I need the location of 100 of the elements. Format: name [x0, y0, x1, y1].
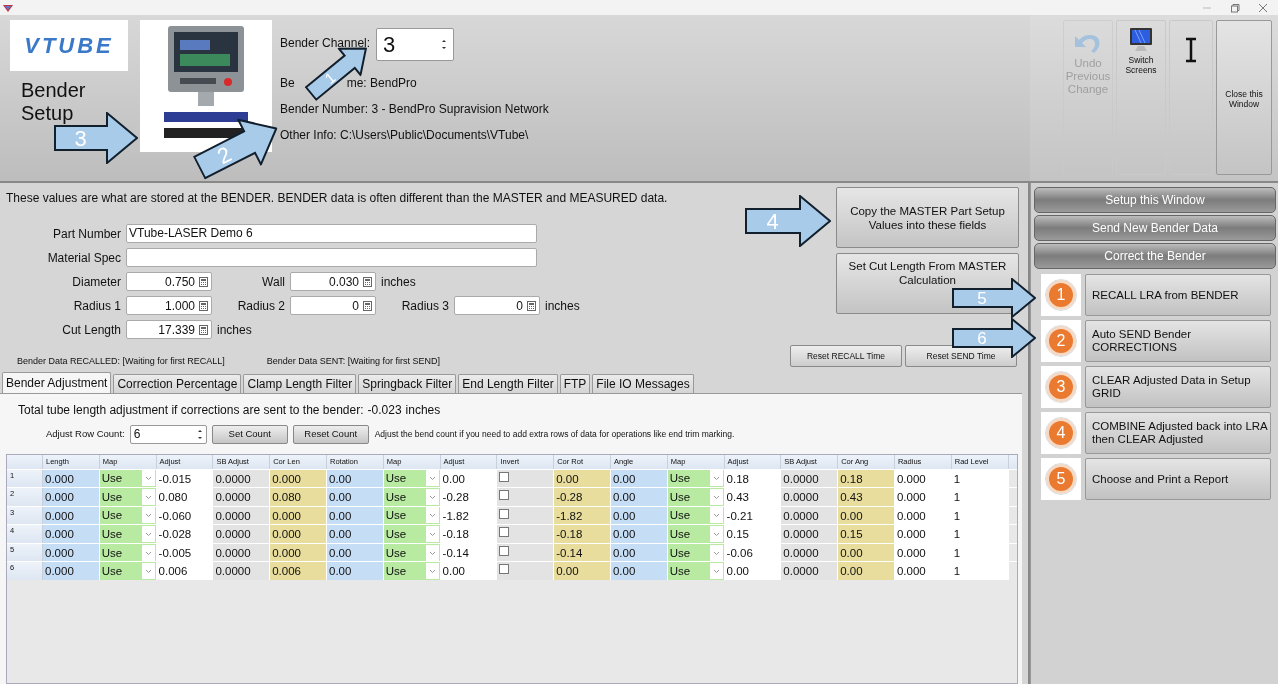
- channel-spinner[interactable]: 3: [376, 28, 455, 61]
- dropdown-field[interactable]: Use: [383, 543, 441, 562]
- tab[interactable]: End Length Filter: [458, 373, 558, 393]
- number-field[interactable]: 0.750: [126, 272, 212, 291]
- number-field[interactable]: 17.339: [126, 320, 212, 339]
- calculator-icon[interactable]: [363, 300, 372, 311]
- table-cell: 0.00: [610, 525, 668, 543]
- tab[interactable]: Bender Adjustment: [2, 371, 112, 393]
- checkbox[interactable]: [499, 471, 510, 482]
- chevron-down-icon[interactable]: [709, 563, 723, 580]
- calculator-icon[interactable]: [199, 324, 208, 335]
- chevron-down-icon[interactable]: [141, 488, 155, 505]
- table-cell: -0.060: [156, 506, 214, 525]
- text-field[interactable]: [126, 248, 537, 267]
- dropdown-field[interactable]: Use: [99, 562, 157, 581]
- action-button[interactable]: Copy the MASTER Part Setup Values into these fields: [836, 187, 1019, 248]
- table-cell: 1: [951, 543, 1009, 562]
- dropdown-field[interactable]: Use: [383, 506, 441, 525]
- table-cell: 0.000: [894, 488, 952, 506]
- checkbox[interactable]: [499, 545, 510, 556]
- chevron-down-icon[interactable]: [141, 507, 155, 524]
- dropdown-field[interactable]: Use: [667, 488, 725, 506]
- calculator-icon[interactable]: [527, 300, 536, 311]
- dropdown-field[interactable]: Use: [99, 506, 157, 525]
- toolbar-button[interactable]: Switch Screens: [1116, 20, 1166, 175]
- checkbox[interactable]: [499, 508, 510, 519]
- dropdown-field[interactable]: Use: [667, 506, 725, 525]
- chevron-down-icon[interactable]: [425, 526, 439, 543]
- table-cell: 0.00: [838, 506, 895, 525]
- checkbox[interactable]: [499, 564, 510, 575]
- checkbox[interactable]: [499, 490, 510, 501]
- chevron-down-icon[interactable]: [425, 488, 439, 505]
- close-icon[interactable]: [1258, 2, 1268, 13]
- restore-icon[interactable]: [1230, 2, 1240, 13]
- step-button[interactable]: COMBINE Adjusted back into LRA then CLEAR Adjusted: [1085, 412, 1271, 454]
- step-button[interactable]: RECALL LRA from BENDER: [1085, 274, 1271, 316]
- text-cursor-icon: [1183, 37, 1199, 63]
- chevron-down-icon[interactable]: [141, 544, 155, 561]
- count-button[interactable]: Set Count: [211, 424, 288, 444]
- field-label: Radius 2: [236, 297, 286, 315]
- dropdown-field[interactable]: Use: [99, 543, 157, 562]
- count-button[interactable]: Reset Count: [292, 424, 369, 444]
- spin-arrows-icon[interactable]: [441, 40, 448, 49]
- calculator-icon[interactable]: [199, 276, 208, 287]
- tab[interactable]: Correction Percentage: [113, 373, 242, 393]
- table-cell: 0.00: [327, 562, 384, 581]
- tab[interactable]: FTP: [559, 373, 591, 393]
- number-field[interactable]: 1.000: [126, 296, 212, 315]
- dropdown-field[interactable]: Use: [383, 562, 441, 581]
- dropdown-field[interactable]: Use: [99, 488, 157, 506]
- table-cell: 0.0000: [213, 506, 271, 525]
- chevron-down-icon[interactable]: [425, 544, 439, 561]
- dropdown-field[interactable]: Use: [667, 562, 725, 581]
- row-count-spinner[interactable]: 6: [129, 424, 207, 444]
- chevron-down-icon[interactable]: [425, 563, 439, 580]
- chevron-down-icon[interactable]: [709, 488, 723, 505]
- text-field[interactable]: VTube-LASER Demo 6: [126, 224, 537, 243]
- number-badge: 4: [1046, 418, 1076, 448]
- chevron-down-icon[interactable]: [425, 470, 439, 487]
- table-cell: -0.21: [724, 506, 782, 525]
- toolbar-button[interactable]: [1169, 20, 1213, 175]
- tab[interactable]: Clamp Length Filter: [243, 373, 357, 393]
- chevron-down-icon[interactable]: [709, 544, 723, 561]
- toolbar-button[interactable]: Close this Window: [1216, 20, 1272, 175]
- section-header[interactable]: Send New Bender Data: [1034, 215, 1276, 241]
- dropdown-field[interactable]: Use: [383, 469, 441, 488]
- chevron-down-icon[interactable]: [141, 563, 155, 580]
- reset-button[interactable]: Reset RECALL Time: [790, 345, 902, 367]
- step-button[interactable]: CLEAR Adjusted Data in Setup GRID: [1085, 366, 1271, 408]
- table-cell: 0.18: [724, 469, 782, 488]
- number-field[interactable]: 0: [454, 296, 540, 315]
- chevron-down-icon[interactable]: [425, 507, 439, 524]
- checkbox[interactable]: [499, 527, 510, 538]
- dropdown-field[interactable]: Use: [667, 525, 725, 543]
- dropdown-field[interactable]: Use: [383, 488, 441, 506]
- number-field[interactable]: 0.030: [290, 272, 376, 291]
- chevron-down-icon[interactable]: [709, 507, 723, 524]
- chevron-down-icon[interactable]: [709, 470, 723, 487]
- section-header[interactable]: Correct the Bender: [1034, 243, 1276, 269]
- dropdown-field[interactable]: Use: [383, 525, 441, 543]
- chevron-down-icon[interactable]: [141, 526, 155, 543]
- step-button[interactable]: Auto SEND Bender CORRECTIONS: [1085, 320, 1271, 362]
- unit-label: inches: [405, 401, 441, 419]
- dropdown-field[interactable]: Use: [99, 469, 157, 488]
- tab[interactable]: Springback Filter: [358, 373, 457, 393]
- number-field[interactable]: 0: [290, 296, 376, 315]
- spin-arrows-icon[interactable]: [196, 429, 203, 439]
- field-label: Cut Length: [61, 321, 122, 339]
- dropdown-field[interactable]: Use: [667, 469, 725, 488]
- dropdown-field[interactable]: Use: [667, 543, 725, 562]
- dropdown-field[interactable]: Use: [99, 525, 157, 543]
- calculator-icon[interactable]: [363, 276, 372, 287]
- chevron-down-icon[interactable]: [709, 526, 723, 543]
- calculator-icon[interactable]: [199, 300, 208, 311]
- table-cell: 0.0000: [781, 506, 839, 525]
- table-cell: 0.00: [327, 488, 384, 506]
- section-header[interactable]: Setup this Window: [1034, 187, 1276, 213]
- tab[interactable]: File IO Messages: [592, 373, 694, 393]
- step-button[interactable]: Choose and Print a Report: [1085, 458, 1271, 500]
- chevron-down-icon[interactable]: [141, 470, 155, 487]
